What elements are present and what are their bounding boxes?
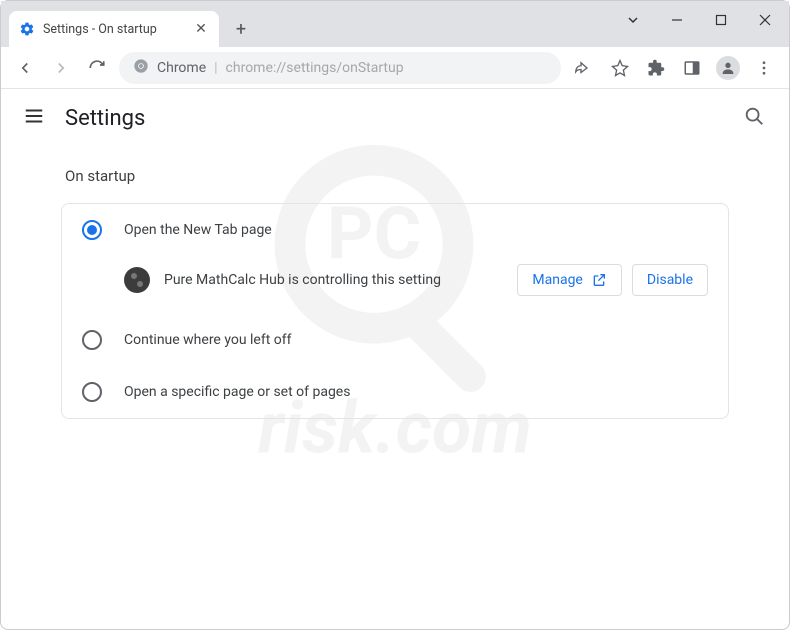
tab-title: Settings - On startup [43, 22, 185, 37]
hamburger-menu-icon[interactable] [23, 105, 47, 131]
disable-button[interactable]: Disable [632, 264, 708, 296]
open-external-icon [591, 272, 607, 288]
option-label: Continue where you left off [124, 332, 292, 348]
chrome-icon [133, 58, 149, 78]
browser-tab[interactable]: Settings - On startup ✕ [9, 11, 219, 47]
option-continue[interactable]: Continue where you left off [62, 314, 728, 366]
radio-specific[interactable] [82, 382, 102, 402]
option-new-tab[interactable]: Open the New Tab page [62, 204, 728, 256]
maximize-button[interactable] [703, 5, 739, 35]
omnibox-host: Chrome [157, 60, 206, 76]
settings-header: Settings [1, 89, 789, 147]
chevron-down-icon[interactable] [615, 5, 651, 35]
window-title-bar: Settings - On startup ✕ + [1, 1, 789, 47]
address-bar[interactable]: Chrome | chrome://settings/onStartup [119, 52, 561, 84]
settings-content: On startup Open the New Tab page Pure Ma… [1, 147, 789, 429]
back-button[interactable] [11, 54, 39, 82]
extensions-icon[interactable] [641, 53, 671, 83]
gear-icon [19, 21, 35, 37]
close-window-button[interactable] [747, 5, 783, 35]
option-label: Open the New Tab page [124, 222, 272, 238]
manage-button[interactable]: Manage [517, 264, 621, 296]
bookmark-star-icon[interactable] [605, 53, 635, 83]
radio-continue[interactable] [82, 330, 102, 350]
page-title: Settings [65, 106, 145, 131]
kebab-menu-icon[interactable] [749, 53, 779, 83]
close-tab-icon[interactable]: ✕ [193, 21, 209, 37]
extension-icon [124, 267, 150, 293]
side-panel-icon[interactable] [677, 53, 707, 83]
profile-avatar[interactable] [713, 53, 743, 83]
new-tab-button[interactable]: + [227, 15, 255, 43]
radio-new-tab[interactable] [82, 220, 102, 240]
minimize-button[interactable] [659, 5, 695, 35]
omnibox-path: chrome://settings/onStartup [226, 60, 404, 76]
option-label: Open a specific page or set of pages [124, 384, 350, 400]
startup-options-card: Open the New Tab page Pure MathCalc Hub … [61, 203, 729, 419]
search-icon[interactable] [743, 105, 767, 131]
section-title: On startup [65, 167, 729, 185]
extension-notice-text: Pure MathCalc Hub is controlling this se… [164, 272, 503, 288]
address-bar-row: Chrome | chrome://settings/onStartup [1, 47, 789, 89]
reload-button[interactable] [83, 54, 111, 82]
extension-controlling-notice: Pure MathCalc Hub is controlling this se… [62, 256, 728, 314]
option-specific-pages[interactable]: Open a specific page or set of pages [62, 366, 728, 418]
share-icon[interactable] [569, 53, 599, 83]
forward-button[interactable] [47, 54, 75, 82]
